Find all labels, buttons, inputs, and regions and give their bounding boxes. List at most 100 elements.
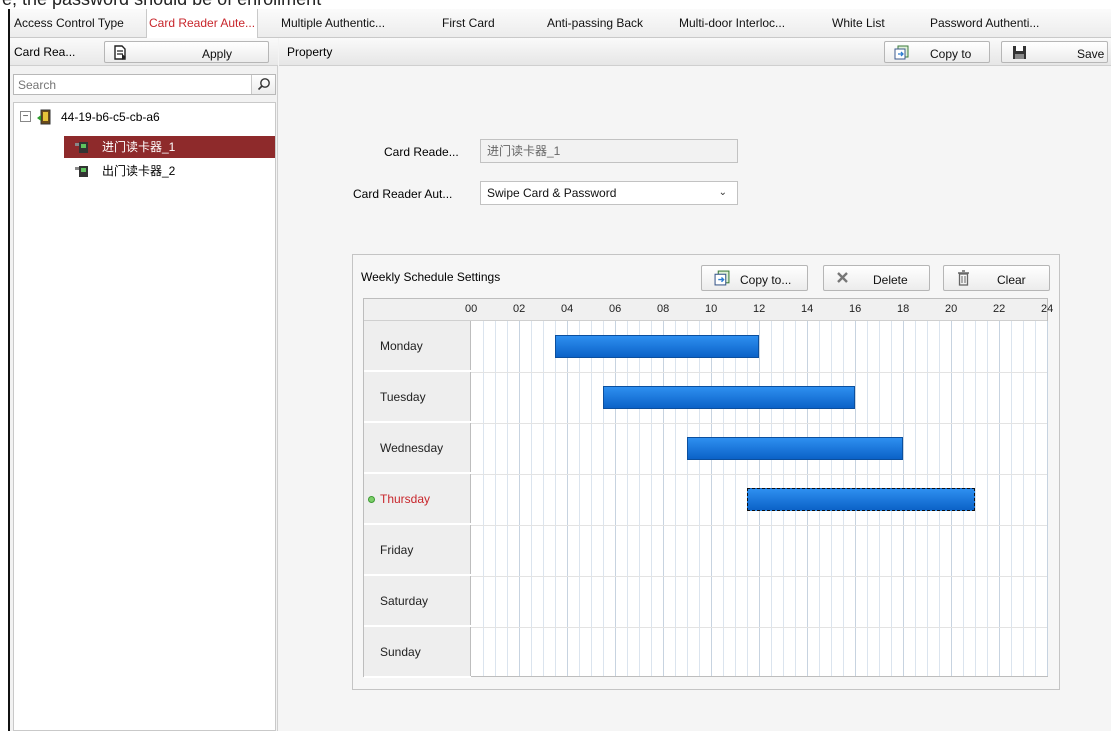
day-label: Tuesday xyxy=(380,390,426,404)
chevron-down-icon: ⌄ xyxy=(718,187,727,198)
tab-multi-door-interlock[interactable]: Multi-door Interloc... xyxy=(679,9,785,38)
card-reader-panel-header: Card Rea... Apply xyxy=(10,38,278,66)
tab-card-reader-authentication[interactable]: Card Reader Aute... xyxy=(146,9,259,39)
access-controller-icon xyxy=(36,109,52,132)
hour-label: 14 xyxy=(801,303,814,315)
day-row-saturday[interactable]: Saturday xyxy=(364,576,471,627)
day-row-tuesday[interactable]: Tuesday xyxy=(364,372,471,423)
grid-line xyxy=(1047,321,1048,676)
day-label: Saturday xyxy=(380,594,429,608)
hour-label: 06 xyxy=(609,303,622,315)
copy-to-label: Copy to xyxy=(930,47,972,61)
schedule-bar-tuesday[interactable] xyxy=(603,386,855,409)
tab-access-control-type[interactable]: Access Control Type xyxy=(14,9,124,38)
tab-password-authentication[interactable]: Password Authenti... xyxy=(930,9,1039,38)
grid-line xyxy=(735,321,736,676)
tab-white-list[interactable]: White List xyxy=(832,9,885,38)
grid-line xyxy=(483,321,484,676)
save-button[interactable]: Save xyxy=(1001,41,1108,63)
grid-line xyxy=(519,321,520,676)
day-row-sunday[interactable]: Sunday xyxy=(364,627,471,678)
card-reader-panel: Card Rea... Apply − 44-19 xyxy=(10,38,278,731)
day-row-wednesday[interactable]: Wednesday xyxy=(364,423,471,474)
device-name: 44-19-b6-c5-cb-a6 xyxy=(61,110,160,124)
save-label: Save xyxy=(1077,47,1105,61)
grid-line xyxy=(1023,321,1024,676)
row-divider xyxy=(471,423,1047,424)
hour-label: 16 xyxy=(849,303,862,315)
clear-label: Clear xyxy=(997,273,1026,287)
hour-label: 00 xyxy=(465,303,478,315)
day-row-friday[interactable]: Friday xyxy=(364,525,471,576)
apply-label: Apply xyxy=(202,47,233,61)
grid-line xyxy=(531,321,532,676)
grid-line xyxy=(1011,321,1012,676)
grid-line xyxy=(723,321,724,676)
copy-to-button[interactable]: Copy to xyxy=(884,41,990,63)
weekly-schedule-box: Weekly Schedule Settings Copy to... Dele… xyxy=(352,254,1060,690)
device-tree: − 44-19-b6-c5-cb-a6 进门读卡器_1 出门读卡器_2 xyxy=(13,102,276,731)
grid-line xyxy=(999,321,1000,676)
authentication-mode-label: Card Reader Aut... xyxy=(353,187,453,201)
row-divider xyxy=(471,474,1047,475)
tree-item-reader-1[interactable]: 进门读卡器_1 xyxy=(64,136,275,158)
tree-item-device[interactable]: − 44-19-b6-c5-cb-a6 xyxy=(14,106,275,128)
delete-button[interactable]: Delete xyxy=(823,265,930,291)
schedule-grid: 00 02 04 06 08 10 12 14 16 18 20 22 24 Monday Tuesday… xyxy=(363,298,1053,678)
collapse-toggle[interactable]: − xyxy=(20,111,31,122)
card-reader-icon xyxy=(74,163,90,186)
row-divider xyxy=(471,525,1047,526)
tab-multiple-authentication[interactable]: Multiple Authentic... xyxy=(281,9,385,38)
search-button[interactable] xyxy=(251,75,275,94)
hour-label: 02 xyxy=(513,303,526,315)
schedule-copy-to-button[interactable]: Copy to... xyxy=(701,265,808,291)
hour-axis: 00 02 04 06 08 10 12 14 16 18 20 22 24 xyxy=(364,299,1053,321)
schedule-bar-monday[interactable] xyxy=(555,335,759,358)
grid-line xyxy=(975,321,976,676)
row-divider xyxy=(471,372,1047,373)
grid-line xyxy=(663,321,664,676)
grid-line xyxy=(675,321,676,676)
grid-line xyxy=(699,321,700,676)
schedule-bar-thursday[interactable] xyxy=(747,488,975,511)
day-column: Monday Tuesday Wednesday Thursday Friday Satu… xyxy=(364,321,471,678)
reader-2-name: 出门读卡器_2 xyxy=(102,164,176,178)
tab-anti-passing-back[interactable]: Anti-passing Back xyxy=(547,9,643,38)
grid-line xyxy=(495,321,496,676)
search-input[interactable] xyxy=(14,75,244,94)
tree-item-reader-2[interactable]: 出门读卡器_2 xyxy=(64,160,275,182)
day-row-thursday[interactable]: Thursday xyxy=(364,474,471,525)
delete-icon xyxy=(836,271,849,287)
grid-line xyxy=(1035,321,1036,676)
grid-line xyxy=(687,321,688,676)
property-panel: Property Copy to Save Card Reade... 进门读卡… xyxy=(279,38,1111,731)
day-label: Sunday xyxy=(380,645,421,659)
copy-icon xyxy=(714,270,730,289)
cropped-caption-text: e, the password should be of enrollment xyxy=(0,0,1111,9)
day-label: Friday xyxy=(380,543,414,557)
property-header: Property Copy to Save xyxy=(279,38,1111,66)
apply-button[interactable]: Apply xyxy=(104,41,269,63)
schedule-bar-wednesday[interactable] xyxy=(687,437,903,460)
copy-icon xyxy=(894,45,909,63)
day-row-monday[interactable]: Monday xyxy=(364,321,471,372)
grid-line xyxy=(627,321,628,676)
day-label: Wednesday xyxy=(380,441,444,455)
tab-first-card[interactable]: First Card xyxy=(442,9,495,38)
clear-button[interactable]: Clear xyxy=(943,265,1050,291)
weekly-schedule-title: Weekly Schedule Settings xyxy=(361,270,501,284)
row-divider xyxy=(471,576,1047,577)
delete-label: Delete xyxy=(873,273,908,287)
grid-line xyxy=(507,321,508,676)
hour-label: 22 xyxy=(993,303,1006,315)
card-reader-label: Card Reade... xyxy=(384,145,459,159)
day-label: Monday xyxy=(380,339,423,353)
grid-line xyxy=(987,321,988,676)
grid-line xyxy=(567,321,568,676)
grid-line xyxy=(651,321,652,676)
schedule-copy-to-label: Copy to... xyxy=(740,273,792,287)
grid-line xyxy=(579,321,580,676)
search-icon xyxy=(257,77,271,94)
authentication-mode-select[interactable]: Swipe Card & Password ⌄ xyxy=(480,181,738,205)
grid-line xyxy=(615,321,616,676)
